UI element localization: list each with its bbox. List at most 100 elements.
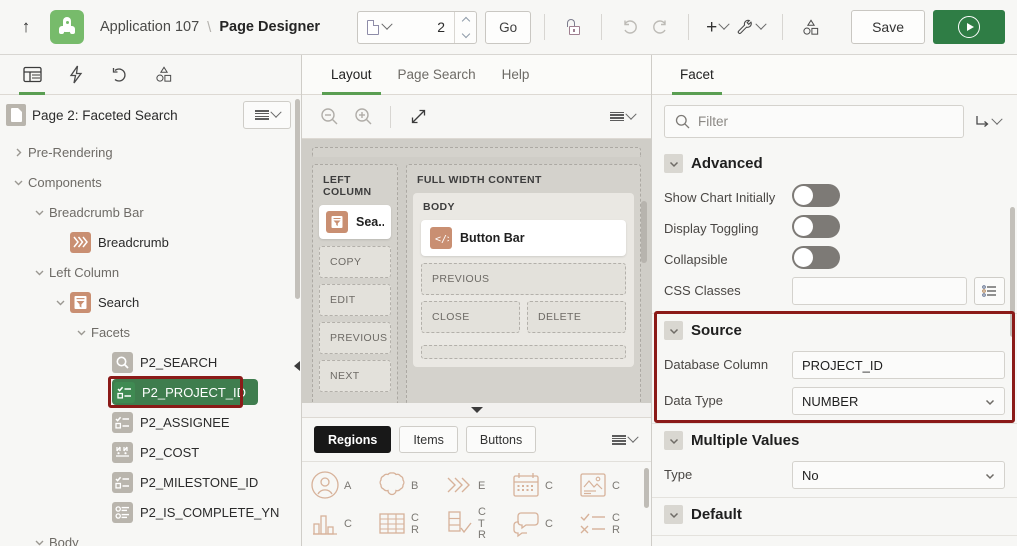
tree-node-p2-is-complete-yn[interactable]: P2_IS_COMPLETE_YN <box>0 497 301 527</box>
go-to-property-group-button[interactable] <box>970 113 1005 130</box>
canvas-button-copy[interactable]: COPY <box>319 246 391 278</box>
tree-node-breadcrumb-bar[interactable]: Breadcrumb Bar <box>0 197 301 227</box>
body-region[interactable]: BODY </> Button Bar PREVIOUS CLOSEDELETE <box>413 193 634 367</box>
select-input[interactable]: No <box>792 461 1005 489</box>
twisty-expanded-icon[interactable] <box>8 177 28 188</box>
section-header[interactable]: Multiple Values <box>652 424 1017 457</box>
gallery-expand-handle[interactable] <box>302 403 651 418</box>
toggle-switch[interactable] <box>792 215 840 238</box>
filter-input[interactable] <box>698 114 953 129</box>
gallery-scrollbar[interactable] <box>644 468 649 509</box>
text-input[interactable] <box>792 277 967 305</box>
gallery-menu-button[interactable] <box>612 431 641 445</box>
go-button[interactable]: Go <box>485 10 532 44</box>
gallery-item-badge[interactable]: B <box>377 470 444 503</box>
breadcrumb-bar-region[interactable] <box>312 147 641 157</box>
tree-node-p2-project-id[interactable]: P2_PROJECT_ID <box>0 377 301 407</box>
unlock-icon[interactable] <box>558 12 588 42</box>
body-button-placeholder[interactable] <box>421 345 626 359</box>
layout-canvas[interactable]: LEFT COLUMN Sea... COPYEDITPREVIOUSNEXT … <box>302 139 651 404</box>
list-values-icon[interactable] <box>974 277 1005 305</box>
tab-facet[interactable]: Facet <box>670 55 724 95</box>
twisty-expanded-icon[interactable] <box>29 267 49 278</box>
twisty-expanded-icon[interactable] <box>29 207 49 218</box>
tab-page-search[interactable]: Page Search <box>387 55 487 94</box>
section-collapse-icon[interactable] <box>664 431 683 450</box>
undo-icon[interactable] <box>615 12 645 42</box>
tree-node-body[interactable]: Body <box>0 527 301 546</box>
tree-node-breadcrumb[interactable]: Breadcrumb <box>0 227 301 257</box>
tree-node-facets[interactable]: Facets <box>0 317 301 347</box>
gallery-item-compare[interactable]: C R <box>578 507 645 542</box>
property-filter[interactable] <box>664 105 964 138</box>
twisty-expanded-icon[interactable] <box>29 537 49 546</box>
canvas-button-next[interactable]: NEXT <box>319 360 391 392</box>
utilities-dropdown[interactable] <box>732 18 769 36</box>
search-region-card[interactable]: Sea... <box>319 205 391 239</box>
canvas-button-close[interactable]: CLOSE <box>421 301 520 333</box>
gallery-item-grid-table[interactable]: C R <box>377 507 444 542</box>
tree-menu-button[interactable] <box>243 101 291 129</box>
page-type-dropdown[interactable] <box>358 18 398 35</box>
text-input[interactable]: PROJECT_ID <box>792 351 1005 379</box>
redo-icon[interactable] <box>645 12 675 42</box>
expand-diagonal-icon[interactable] <box>403 102 433 132</box>
tree-node-pre-rendering[interactable]: Pre-Rendering <box>0 137 301 167</box>
gallery-tab-items[interactable]: Items <box>399 426 458 454</box>
section-collapse-icon[interactable] <box>664 154 683 173</box>
page-number-input[interactable] <box>398 19 455 35</box>
gallery-item-chart[interactable]: C <box>310 507 377 542</box>
twisty-collapsed-icon[interactable] <box>8 147 28 158</box>
section-header[interactable]: Source <box>652 314 1017 347</box>
component-tree[interactable]: Pre-Rendering Components Breadcrumb Bar Bre… <box>0 135 301 546</box>
canvas-button-edit[interactable]: EDIT <box>319 284 391 316</box>
tab-dynamic-actions[interactable] <box>54 55 98 94</box>
breadcrumb-application[interactable]: Application 107 <box>100 19 199 35</box>
canvas-button-delete[interactable]: DELETE <box>527 301 626 333</box>
tree-node-p2-assignee[interactable]: P2_ASSIGNEE <box>0 407 301 437</box>
left-column-grid[interactable]: LEFT COLUMN Sea... COPY EDIT PREVIOUS NEXT <box>312 164 398 404</box>
tab-help[interactable]: Help <box>491 55 541 94</box>
toggle-switch[interactable] <box>792 184 840 207</box>
zoom-out-icon[interactable] <box>314 102 344 132</box>
application-badge[interactable] <box>50 10 84 44</box>
canvas-scrollbar[interactable] <box>641 201 647 263</box>
canvas-button-previous[interactable]: PREVIOUS <box>319 322 391 354</box>
add-component-dropdown[interactable]: + <box>702 18 732 37</box>
section-header[interactable]: Advanced <box>652 147 1017 180</box>
canvas-button-previous[interactable]: PREVIOUS <box>421 263 626 295</box>
tree-scrollbar[interactable] <box>295 99 300 299</box>
page-number-stepper[interactable] <box>454 11 476 43</box>
gallery-item-breadcrumb[interactable]: E <box>444 470 511 503</box>
gallery-tab-buttons[interactable]: Buttons <box>465 426 537 454</box>
up-arrow-icon[interactable]: ↑ <box>12 13 40 41</box>
section-collapse-icon[interactable] <box>664 505 683 524</box>
gallery-item-avatar[interactable]: A <box>310 470 377 503</box>
gallery-tab-regions[interactable]: Regions <box>314 426 392 454</box>
property-scrollbar[interactable] <box>1010 207 1015 337</box>
tree-node-p2-milestone-id[interactable]: P2_MILESTONE_ID <box>0 467 301 497</box>
tree-node-p2-cost[interactable]: P2_COST <box>0 437 301 467</box>
gallery-item-checklist[interactable]: C T R <box>444 507 511 542</box>
toggle-switch[interactable] <box>792 246 840 269</box>
tab-layout[interactable]: Layout <box>320 55 383 95</box>
save-button[interactable]: Save <box>851 10 925 44</box>
gallery-item-chat[interactable]: C <box>511 507 578 542</box>
layout-menu-button[interactable] <box>610 108 639 122</box>
section-header[interactable]: Default <box>652 498 1017 531</box>
tab-processing[interactable] <box>98 55 142 94</box>
stepper-up-icon[interactable] <box>461 16 470 25</box>
tree-node-search[interactable]: Search <box>0 287 301 317</box>
zoom-in-icon[interactable] <box>348 102 378 132</box>
tree-node-components[interactable]: Components <box>0 167 301 197</box>
full-width-grid[interactable]: FULL WIDTH CONTENT BODY </> Button Bar P… <box>406 164 641 404</box>
tab-rendering[interactable] <box>10 55 54 95</box>
section-collapse-icon[interactable] <box>664 321 683 340</box>
select-input[interactable]: NUMBER <box>792 387 1005 415</box>
collapse-left-panel-handle[interactable] <box>292 353 302 379</box>
tab-page-shared-components[interactable] <box>142 55 186 94</box>
run-button[interactable] <box>933 10 1005 44</box>
shapes-icon[interactable] <box>796 12 826 42</box>
tree-node-left-column[interactable]: Left Column <box>0 257 301 287</box>
twisty-expanded-icon[interactable] <box>50 297 70 308</box>
